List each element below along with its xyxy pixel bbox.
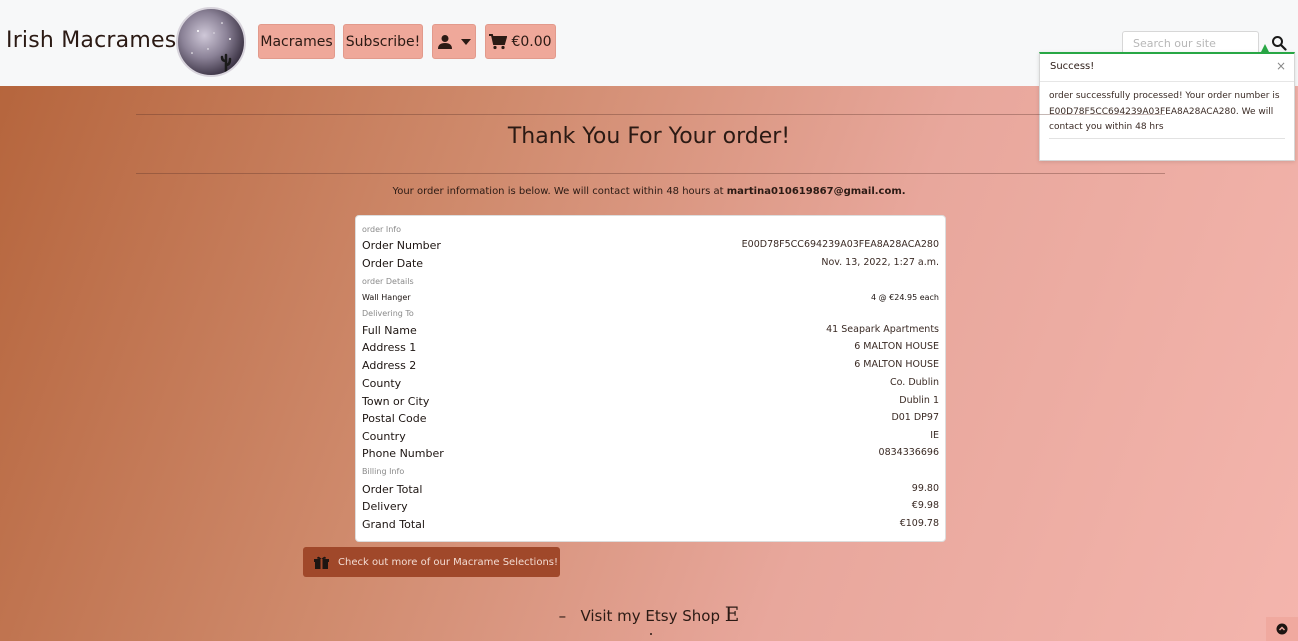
address1-label: Address 1: [362, 341, 417, 354]
order-total-label: Order Total: [362, 483, 423, 496]
cart-total: €0.00: [511, 33, 552, 50]
more-selections-button[interactable]: Check out more of our Macrame Selections…: [303, 547, 560, 577]
order-date-value: Nov. 13, 2022, 1:27 a.m.: [821, 257, 939, 268]
phone-value: 0834336696: [878, 447, 939, 458]
divider-top: [136, 114, 1165, 115]
divider-bottom: [136, 173, 1165, 174]
country-label: Country: [362, 430, 406, 443]
chevron-up-icon: [1276, 623, 1288, 635]
country-value: IE: [930, 430, 939, 441]
toast-title: Success!: [1050, 61, 1095, 72]
section-order-details: order Details: [362, 277, 414, 286]
town-value: Dublin 1: [899, 395, 939, 406]
caret-down-icon: [461, 38, 471, 45]
phone-label: Phone Number: [362, 447, 444, 460]
section-order-info: order Info: [362, 225, 402, 234]
user-icon: [438, 34, 452, 49]
etsy-dash: –: [558, 607, 567, 625]
address1-value: 6 MALTON HOUSE: [854, 341, 939, 352]
brand-name[interactable]: Irish Macrames: [6, 28, 176, 53]
customer-email: martina010619867@gmail.com.: [726, 186, 906, 197]
order-info-text: Your order information is below. We will…: [0, 186, 1298, 197]
address2-label: Address 2: [362, 359, 417, 372]
full-name-label: Full Name: [362, 324, 417, 337]
etsy-shop-label: Visit my Etsy Shop: [580, 607, 720, 625]
nav-macrames-button[interactable]: Macrames: [258, 24, 335, 59]
gift-icon: [314, 556, 329, 569]
address2-value: 6 MALTON HOUSE: [854, 359, 939, 370]
etsy-logo-icon: E: [724, 602, 740, 626]
grand-total-label: Grand Total: [362, 518, 425, 531]
delivery-value: €9.98: [911, 500, 939, 511]
cart-button[interactable]: €0.00: [485, 24, 556, 59]
toast-header: Success! ×: [1040, 54, 1294, 82]
nav-subscribe-button[interactable]: Subscribe!: [343, 24, 423, 59]
full-name-value: 41 Seapark Apartments: [826, 324, 939, 335]
order-date-label: Order Date: [362, 257, 424, 270]
footer-dot: [650, 633, 652, 635]
county-label: County: [362, 377, 402, 390]
logo-image[interactable]: [176, 7, 246, 77]
order-number-value: E00D78F5CC694239A03FEA8A28ACA280: [741, 239, 939, 250]
close-icon[interactable]: ×: [1276, 59, 1286, 73]
order-info-prefix: Your order information is below. We will…: [392, 186, 724, 197]
item-quantity: 4 @ €24.95 each: [870, 293, 939, 302]
toast-arrow: [1261, 44, 1269, 52]
section-delivering-to: Delivering To: [362, 309, 414, 318]
grand-total-value: €109.78: [899, 518, 939, 529]
order-total-value: 99.80: [911, 483, 939, 494]
cart-icon: [489, 33, 508, 49]
order-summary-card: order Info Order Number E00D78F5CC694239…: [355, 215, 946, 542]
etsy-shop-link[interactable]: – Visit my Etsy Shop E: [0, 602, 1298, 626]
page-title: Thank You For Your order!: [507, 124, 791, 149]
item-name: Wall Hanger: [362, 293, 411, 302]
search-icon[interactable]: [1271, 35, 1287, 51]
postal-code-value: D01 DP97: [891, 412, 939, 423]
order-number-label: Order Number: [362, 239, 441, 252]
postal-code-label: Postal Code: [362, 412, 427, 425]
county-value: Co. Dublin: [890, 377, 939, 388]
section-billing-info: Billing Info: [362, 467, 405, 476]
back-to-top-button[interactable]: [1266, 617, 1298, 641]
more-selections-label: Check out more of our Macrame Selections…: [338, 556, 559, 568]
delivery-label: Delivery: [362, 500, 408, 513]
town-label: Town or City: [362, 395, 430, 408]
account-dropdown-button[interactable]: [432, 24, 476, 59]
